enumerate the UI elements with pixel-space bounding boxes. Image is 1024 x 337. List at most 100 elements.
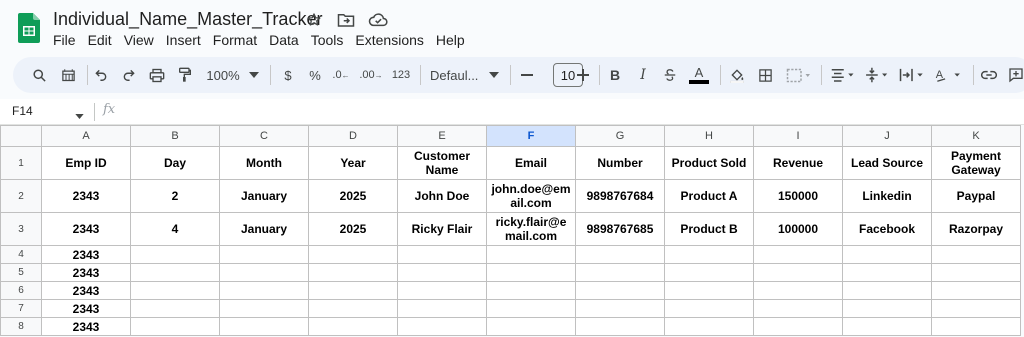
- header-cell[interactable]: Number: [575, 146, 665, 180]
- sheets-logo-icon[interactable]: [18, 13, 40, 43]
- table-cell[interactable]: 2343: [41, 299, 131, 318]
- horizontal-align-icon[interactable]: [829, 65, 857, 85]
- header-cell[interactable]: Month: [219, 146, 309, 180]
- table-cell[interactable]: Product B: [664, 212, 754, 246]
- table-cell[interactable]: [931, 299, 1021, 318]
- menu-help[interactable]: Help: [436, 32, 465, 48]
- column-header-d[interactable]: D: [308, 125, 398, 147]
- borders-icon[interactable]: [755, 65, 775, 85]
- row-header[interactable]: 4: [0, 245, 42, 264]
- table-cell[interactable]: [575, 299, 665, 318]
- table-cell[interactable]: 100000: [753, 212, 843, 246]
- table-cell[interactable]: [664, 245, 754, 264]
- text-color-button[interactable]: A: [688, 65, 710, 85]
- table-cell[interactable]: [397, 317, 487, 336]
- merge-cells-icon[interactable]: [783, 65, 813, 85]
- table-cell[interactable]: Facebook: [842, 212, 932, 246]
- table-cell[interactable]: [130, 263, 220, 282]
- format-percent-button[interactable]: %: [306, 65, 324, 85]
- print-icon[interactable]: [147, 65, 167, 85]
- table-cell[interactable]: 2343: [41, 317, 131, 336]
- undo-icon[interactable]: [91, 65, 111, 85]
- table-cell[interactable]: [486, 317, 576, 336]
- table-cell[interactable]: [664, 299, 754, 318]
- table-cell[interactable]: [931, 317, 1021, 336]
- header-cell[interactable]: Email: [486, 146, 576, 180]
- table-cell[interactable]: Razorpay: [931, 212, 1021, 246]
- table-cell[interactable]: 150000: [753, 179, 843, 213]
- redo-icon[interactable]: [119, 65, 139, 85]
- table-cell[interactable]: [664, 317, 754, 336]
- table-cell[interactable]: 2: [130, 179, 220, 213]
- row-header[interactable]: 3: [0, 212, 42, 246]
- table-cell[interactable]: [931, 245, 1021, 264]
- table-cell[interactable]: 2025: [308, 179, 398, 213]
- fill-color-icon[interactable]: [727, 65, 747, 85]
- decrease-font-size-icon[interactable]: [519, 65, 535, 85]
- table-cell[interactable]: 4: [130, 212, 220, 246]
- table-cell[interactable]: Product A: [664, 179, 754, 213]
- table-cell[interactable]: [842, 299, 932, 318]
- text-rotation-icon[interactable]: A: [933, 65, 965, 85]
- table-cell[interactable]: [931, 281, 1021, 300]
- zoom-select[interactable]: 100%: [205, 65, 241, 85]
- header-cell[interactable]: Day: [130, 146, 220, 180]
- format-currency-button[interactable]: $: [279, 65, 297, 85]
- table-cell[interactable]: [842, 245, 932, 264]
- column-header-f[interactable]: F: [486, 125, 576, 147]
- table-cell[interactable]: [219, 245, 309, 264]
- column-header-e[interactable]: E: [397, 125, 487, 147]
- table-cell[interactable]: 2343: [41, 212, 131, 246]
- column-header-c[interactable]: C: [219, 125, 309, 147]
- select-all-corner[interactable]: [0, 125, 42, 147]
- table-cell[interactable]: [308, 245, 398, 264]
- row-header[interactable]: 5: [0, 263, 42, 282]
- insert-comment-icon[interactable]: [1007, 65, 1024, 85]
- table-cell[interactable]: [575, 245, 665, 264]
- menu-file[interactable]: File: [53, 32, 76, 48]
- table-cell[interactable]: [130, 245, 220, 264]
- spreadsheet-tools-icon[interactable]: [58, 65, 78, 85]
- table-cell[interactable]: [753, 317, 843, 336]
- table-cell[interactable]: [842, 317, 932, 336]
- more-formats-button[interactable]: 123: [390, 65, 412, 85]
- table-cell[interactable]: 2343: [41, 179, 131, 213]
- header-cell[interactable]: Revenue: [753, 146, 843, 180]
- table-cell[interactable]: [931, 263, 1021, 282]
- table-cell[interactable]: 2343: [41, 245, 131, 264]
- table-cell[interactable]: [486, 245, 576, 264]
- table-cell[interactable]: [219, 317, 309, 336]
- table-cell[interactable]: January: [219, 212, 309, 246]
- row-header[interactable]: 8: [0, 317, 42, 336]
- header-cell[interactable]: Payment Gateway: [931, 146, 1021, 180]
- table-cell[interactable]: [397, 299, 487, 318]
- table-cell[interactable]: [753, 263, 843, 282]
- increase-font-size-icon[interactable]: [575, 65, 591, 85]
- text-wrapping-icon[interactable]: [897, 65, 927, 85]
- column-header-h[interactable]: H: [664, 125, 754, 147]
- header-cell[interactable]: Emp ID: [41, 146, 131, 180]
- table-cell[interactable]: [130, 281, 220, 300]
- strikethrough-icon[interactable]: [661, 65, 679, 85]
- column-header-a[interactable]: A: [41, 125, 131, 147]
- table-cell[interactable]: [308, 317, 398, 336]
- table-cell[interactable]: [753, 299, 843, 318]
- table-cell[interactable]: [486, 299, 576, 318]
- table-cell[interactable]: [575, 281, 665, 300]
- name-box[interactable]: F14: [12, 104, 33, 118]
- document-title[interactable]: Individual_Name_Master_Tracker: [53, 9, 322, 30]
- menu-tools[interactable]: Tools: [311, 32, 344, 48]
- table-cell[interactable]: [130, 299, 220, 318]
- table-cell[interactable]: [575, 317, 665, 336]
- table-cell[interactable]: [219, 263, 309, 282]
- table-cell[interactable]: [397, 245, 487, 264]
- row-header[interactable]: 2: [0, 179, 42, 213]
- row-header[interactable]: 7: [0, 299, 42, 318]
- font-family-select[interactable]: Defaul...: [430, 65, 492, 85]
- table-cell[interactable]: Ricky Flair: [397, 212, 487, 246]
- bold-button[interactable]: B: [607, 65, 623, 85]
- search-menus-icon[interactable]: [29, 65, 49, 85]
- header-cell[interactable]: Lead Source: [842, 146, 932, 180]
- header-cell[interactable]: Product Sold: [664, 146, 754, 180]
- table-cell[interactable]: [575, 263, 665, 282]
